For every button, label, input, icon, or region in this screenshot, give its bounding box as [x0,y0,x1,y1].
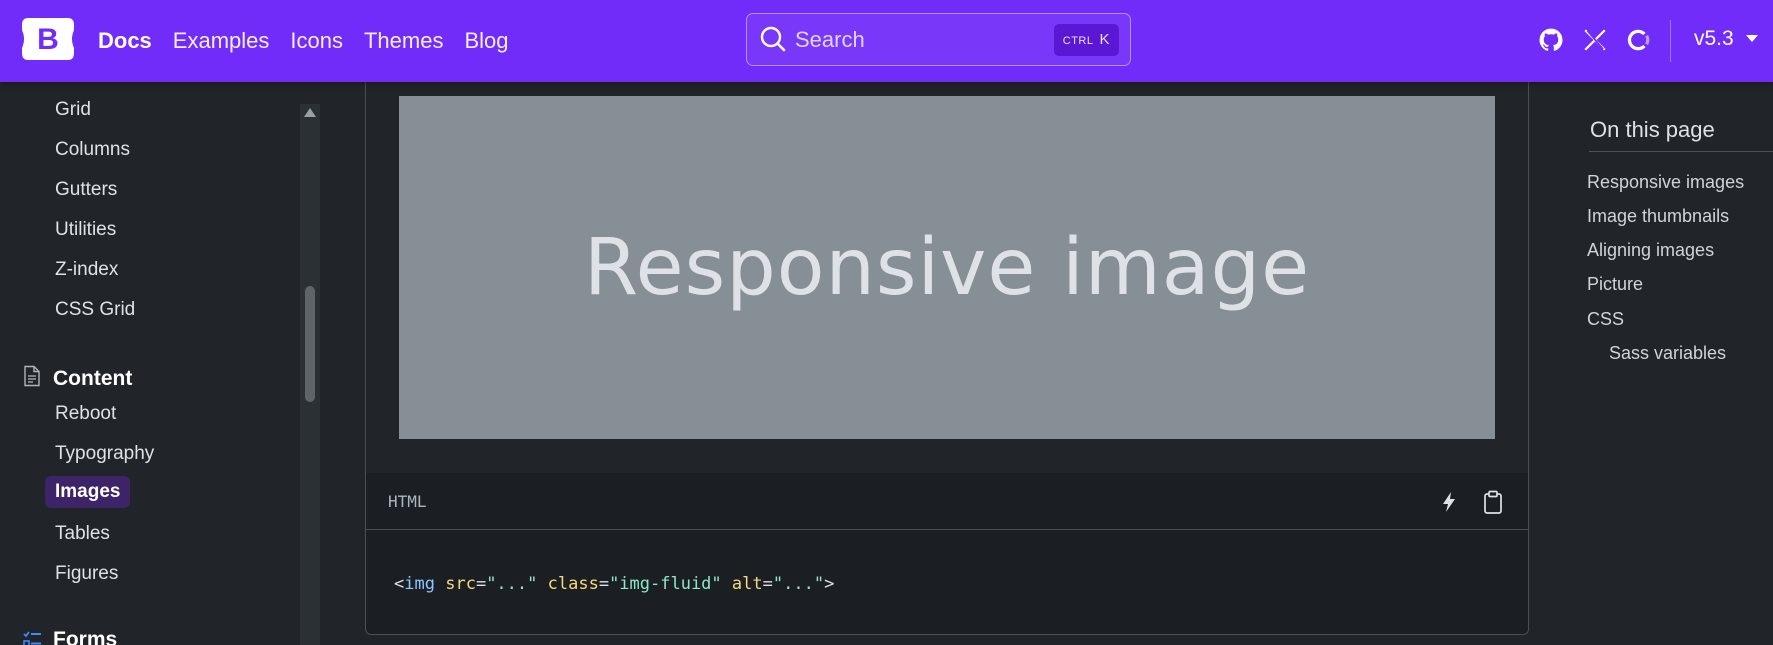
code-language-label: HTML [388,492,427,511]
svg-text:B: B [37,23,59,56]
sidebar-scroll-thumb[interactable] [305,286,315,402]
toc-link-sass-variables[interactable]: Sass variables [1609,343,1726,364]
toc-link-image-thumbnails[interactable]: Image thumbnails [1587,206,1729,227]
sidebar-item-utilities[interactable]: Utilities [55,219,116,241]
sidebar-item-reboot[interactable]: Reboot [55,403,116,425]
version-dropdown[interactable]: v5.3 [1694,27,1758,51]
sidebar-item-grid[interactable]: Grid [55,99,91,121]
sidebar-item-gutters[interactable]: Gutters [55,179,117,201]
code-snippet: <img src="..." class="img-fluid" alt="..… [365,530,1529,635]
search-icon [760,26,786,52]
nav-links: Docs Examples Icons Themes Blog [98,0,530,82]
search-button[interactable]: Search CTRL K [746,13,1131,66]
sidebar-section-content: Content [53,367,133,390]
toc-link-responsive-images[interactable]: Responsive images [1587,172,1744,193]
toc-link-aligning-images[interactable]: Aligning images [1587,240,1714,261]
nav-link-themes[interactable]: Themes [364,28,443,54]
clipboard-icon[interactable] [1480,489,1506,515]
docs-sidebar: Grid Columns Gutters Utilities Z-index C… [0,82,320,645]
ui-checks-icon [23,631,41,645]
navbar-divider [1670,20,1671,62]
code-snippet-header: HTML [365,473,1529,530]
nav-link-blog[interactable]: Blog [464,28,508,54]
sidebar-section-forms: Forms [53,628,118,645]
x-twitter-icon[interactable] [1582,27,1608,53]
sidebar-item-figures[interactable]: Figures [55,563,118,585]
sidebar-item-css-grid[interactable]: CSS Grid [55,299,135,321]
placeholder-image-text: Responsive image [583,222,1311,313]
toc-title: On this page [1590,117,1715,142]
nav-link-docs[interactable]: Docs [98,28,152,54]
responsive-image-placeholder: Responsive image [399,96,1495,439]
search-placeholder: Search [795,27,865,52]
top-navbar: B Docs Examples Icons Themes Blog Search… [0,0,1773,82]
nav-link-examples[interactable]: Examples [173,28,270,54]
scroll-up-arrow-icon[interactable] [304,108,316,117]
search-shortcut: CTRL K [1053,24,1119,56]
toc-divider [1589,151,1773,152]
sidebar-item-images[interactable]: Images [45,476,131,508]
file-text-icon [24,365,40,387]
sidebar-item-columns[interactable]: Columns [55,139,130,161]
chevron-down-icon [1745,35,1758,42]
opencollective-icon[interactable] [1626,27,1652,53]
github-icon[interactable] [1538,27,1564,53]
toc-link-picture[interactable]: Picture [1587,274,1643,295]
toc-link-css[interactable]: CSS [1587,309,1624,330]
lightning-icon[interactable] [1436,489,1462,515]
bootstrap-logo[interactable]: B [20,16,76,62]
nav-link-icons[interactable]: Icons [290,28,343,54]
code-line: <img src="..." class="img-fluid" alt="..… [394,574,835,594]
sidebar-item-tables[interactable]: Tables [55,523,110,545]
sidebar-item-z-index[interactable]: Z-index [55,259,118,281]
sidebar-item-typography[interactable]: Typography [55,443,154,465]
